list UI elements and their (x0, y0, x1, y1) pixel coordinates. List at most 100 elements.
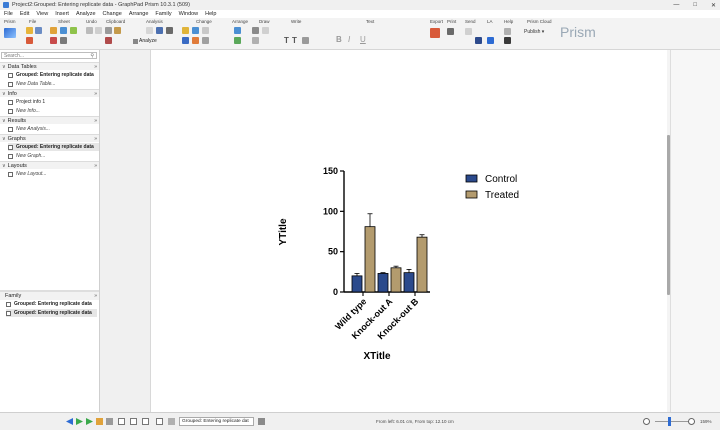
group-export: Export (430, 19, 444, 24)
ribbon-group-labels: Prism File Sheet Undo Clipboard Analysis… (0, 19, 720, 25)
view-icon-3[interactable] (130, 418, 137, 425)
sidebar-item-new-layout[interactable]: New Layout... (8, 170, 99, 178)
section-data-tables[interactable]: ∨ Data Tables » (0, 62, 99, 70)
graph-icon[interactable] (70, 27, 77, 34)
new-sheet-icon[interactable] (50, 27, 57, 34)
send-cloud-icon[interactable] (475, 37, 482, 44)
menu-bar: File Edit View Insert Analyze Change Arr… (0, 10, 720, 18)
sidebar-item-new-analysis[interactable]: New Analysis... (8, 125, 99, 133)
change-icon-5[interactable] (192, 37, 199, 44)
sidebar-item-project-info[interactable]: Project info 1 (8, 98, 99, 106)
graph-type-icon[interactable] (168, 418, 175, 425)
cut-icon[interactable] (105, 27, 112, 34)
family-item-data-table[interactable]: Grouped: Entering replicate data (6, 300, 97, 308)
arrange-icon-1[interactable] (234, 27, 241, 34)
view-icon-5[interactable] (156, 418, 163, 425)
maximize-icon[interactable]: □ (693, 2, 697, 8)
section-results[interactable]: ∨ Results » (0, 116, 99, 124)
minimize-icon[interactable]: — (673, 2, 679, 8)
help-icon[interactable] (504, 37, 511, 44)
group-draw: Draw (259, 19, 270, 24)
chevron-down-icon: ∨ (2, 162, 6, 169)
section-layouts[interactable]: ∨ Layouts » (0, 161, 99, 169)
copy-icon[interactable] (105, 37, 112, 44)
send-icon[interactable] (465, 28, 472, 35)
y-tick-label: 50 (328, 247, 338, 257)
zoom-in-icon[interactable] (688, 418, 695, 425)
sheet-nav-icon[interactable] (60, 37, 67, 44)
close-icon[interactable]: ✕ (711, 2, 716, 9)
underline-icon[interactable]: U (360, 35, 366, 44)
sidebar-item-new-info[interactable]: New Info... (8, 107, 99, 115)
analyze-icon (133, 38, 138, 44)
last-sheet-icon[interactable] (86, 418, 93, 425)
search-input[interactable]: Search... ⚲ (1, 52, 97, 59)
help-book-icon[interactable] (504, 28, 511, 35)
write-text-icon[interactable]: T (284, 36, 289, 45)
undo-icon[interactable] (86, 27, 93, 34)
save-icon[interactable] (35, 27, 42, 34)
delete-sheet-icon[interactable] (50, 37, 57, 44)
open-folder-icon[interactable] (26, 27, 33, 34)
menu-help[interactable]: Help (205, 11, 216, 17)
sheet-list-icon[interactable] (96, 418, 103, 425)
menu-family[interactable]: Family (155, 11, 171, 17)
la-icon[interactable] (487, 37, 494, 44)
paste-icon[interactable] (114, 27, 121, 34)
sidebar-item-data-table[interactable]: Grouped: Entering replicate data (8, 71, 99, 79)
table-icon[interactable] (60, 27, 67, 34)
menu-change[interactable]: Change (103, 11, 122, 17)
search-icon[interactable]: ⚲ (90, 53, 94, 59)
prism-home-icon[interactable] (4, 28, 16, 38)
arrange-icon-2[interactable] (234, 37, 241, 44)
menu-analyze[interactable]: Analyze (76, 11, 96, 17)
write-text-bold-icon[interactable]: T (292, 36, 297, 45)
italic-icon[interactable]: I (348, 35, 350, 44)
family-item-graph[interactable]: Grouped: Entering replicate data (6, 309, 97, 317)
draw-shape-icon[interactable] (262, 27, 269, 34)
publish-button[interactable]: Publish ▾ (524, 29, 544, 35)
chevron-down-icon: ∨ (2, 135, 6, 142)
export-icon[interactable] (430, 28, 440, 38)
draw-rect-icon[interactable] (252, 37, 259, 44)
new-file-icon[interactable] (26, 37, 33, 44)
analyze-button[interactable]: Analyze (133, 37, 157, 45)
link-icon[interactable] (258, 418, 265, 425)
menu-edit[interactable]: Edit (20, 11, 29, 17)
analysis-icon-1[interactable] (146, 27, 153, 34)
change-icon-3[interactable] (202, 27, 209, 34)
view-icon-4[interactable] (142, 418, 149, 425)
zoom-slider-thumb[interactable] (668, 417, 671, 426)
analysis-icon-3[interactable] (166, 27, 173, 34)
zoom-out-icon[interactable] (643, 418, 650, 425)
menu-arrange[interactable]: Arrange (129, 11, 149, 17)
next-sheet-icon[interactable] (76, 418, 83, 425)
draw-line-icon[interactable] (252, 27, 259, 34)
bold-icon[interactable]: B (336, 35, 342, 44)
menu-file[interactable]: File (4, 11, 13, 17)
write-symbol-icon[interactable] (302, 37, 309, 44)
menu-view[interactable]: View (36, 11, 48, 17)
bar-chart[interactable]: 0 50 100 150 Wild type Knock-out A Knock-out B… (270, 160, 540, 370)
sheet-selector[interactable]: Grouped: Entering replicate dat (179, 417, 254, 426)
menu-insert[interactable]: Insert (55, 11, 69, 17)
section-graphs[interactable]: ∨ Graphs » (0, 134, 99, 142)
prev-sheet-icon[interactable] (66, 418, 73, 425)
sidebar-item-graph[interactable]: Grouped: Entering replicate data (8, 143, 99, 151)
new-info-icon (8, 108, 13, 114)
menu-window[interactable]: Window (179, 11, 199, 17)
change-icon-4[interactable] (182, 37, 189, 44)
sidebar-item-new-graph[interactable]: New Graph... (8, 152, 99, 160)
redo-icon[interactable] (95, 27, 102, 34)
sidebar-item-new-data-table[interactable]: New Data Table... (8, 80, 99, 88)
view-icon-1[interactable] (106, 418, 113, 425)
legend-swatch-control (465, 174, 478, 183)
change-icon-6[interactable] (202, 37, 209, 44)
group-text: Text (366, 19, 375, 24)
section-info[interactable]: ∨ Info » (0, 89, 99, 97)
change-icon-2[interactable] (192, 27, 199, 34)
view-icon-2[interactable] (118, 418, 125, 425)
print-icon[interactable] (447, 28, 454, 35)
change-icon-1[interactable] (182, 27, 189, 34)
analysis-icon-2[interactable] (156, 27, 163, 34)
